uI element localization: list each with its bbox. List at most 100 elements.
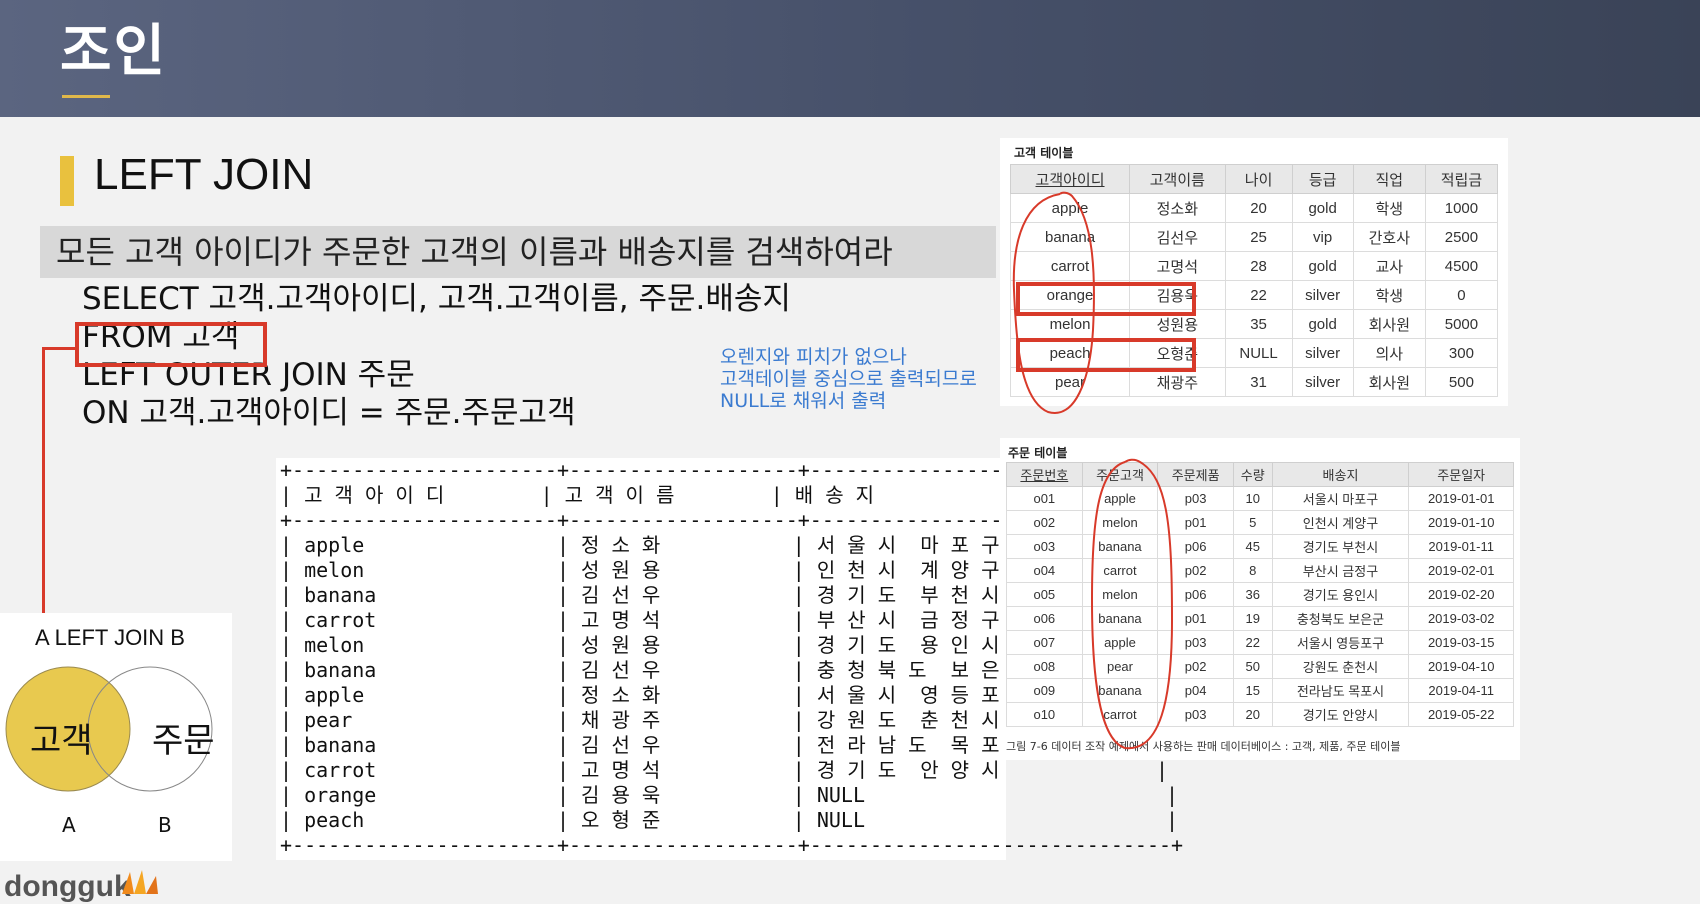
customer-table-row: banana 김선우 25 vip 간호사 2500 (1009, 222, 1499, 252)
order-table-row: o10 carrot p03 20 경기도 안양시 2019-05-22 (1006, 702, 1514, 727)
order-table-row: o02 melon p01 5 인천시 계양구 2019-01-10 (1006, 510, 1514, 535)
customer-table-header-cell: 직업 (1352, 164, 1426, 194)
customer-table-row: apple 정소화 20 gold 학생 1000 (1009, 193, 1499, 223)
note-line: 오렌지와 피치가 없으나 (720, 346, 907, 368)
order-table-cell: 전라남도 목포시 (1271, 678, 1410, 703)
venn-set-b: B (158, 813, 172, 837)
order-table-cell: p03 (1157, 630, 1234, 655)
order-table-cell: 2019-02-01 (1408, 558, 1514, 583)
order-table-row: o09 banana p04 15 전라남도 목포시 2019-04-11 (1006, 678, 1514, 703)
note-line: NULL로 채워서 출력 (720, 390, 887, 412)
slide-header: 조인 (0, 0, 1700, 117)
customer-table-cell: gold (1291, 193, 1354, 223)
order-table-cell: o02 (1006, 510, 1083, 535)
order-table-cell: 서울시 마포구 (1271, 486, 1410, 511)
customer-table-cell: silver (1291, 280, 1354, 310)
order-table-cell: p01 (1157, 606, 1234, 631)
order-table-header-cell: 배송지 (1271, 462, 1410, 487)
order-table-cell: o06 (1006, 606, 1083, 631)
order-table-cell: 2019-03-15 (1408, 630, 1514, 655)
query-result-text: +----------------------+----------------… (280, 458, 1184, 857)
order-table-row: o07 apple p03 22 서울시 영등포구 2019-03-15 (1006, 630, 1514, 655)
title-underline (62, 95, 110, 98)
order-table-cell: o07 (1006, 630, 1083, 655)
orange-row-highlight (1016, 282, 1196, 316)
venn-diagram: A LEFT JOIN B 고객 주문 A B (0, 613, 232, 861)
customer-table-header-cell: 등급 (1291, 164, 1354, 194)
customer-table-cell: 학생 (1352, 280, 1426, 310)
order-table-cell: 부산시 금정구 (1271, 558, 1410, 583)
customer-table-header-cell: 적립금 (1424, 164, 1499, 194)
customer-table-cell: gold (1291, 309, 1354, 339)
order-table-cell: 45 (1232, 534, 1273, 559)
customer-table-cell: 22 (1224, 280, 1293, 310)
section-title: LEFT JOIN (94, 150, 314, 199)
order-table-header-cell: 수량 (1232, 462, 1273, 487)
customer-table-cell: 4500 (1424, 251, 1499, 281)
arrow-connector-horizontal (42, 347, 77, 350)
order-table-cell: apple (1081, 486, 1159, 511)
order-table-cell: 서울시 영등포구 (1271, 630, 1410, 655)
order-table-cell: 2019-05-22 (1408, 702, 1514, 727)
order-table-cell: o10 (1006, 702, 1083, 727)
order-table-cell: banana (1081, 534, 1159, 559)
peach-row-highlight (1016, 338, 1196, 372)
order-table-cell: 10 (1232, 486, 1273, 511)
figure-caption: 그림 7-6 데이터 조작 예제에서 사용하는 판매 데이터베이스 : 고객, … (1006, 740, 1401, 753)
customer-table-cell: 500 (1424, 367, 1499, 397)
order-table-cell: p06 (1157, 582, 1234, 607)
customer-table-caption: 고객 테이블 (1014, 146, 1074, 160)
order-table-cell: 22 (1232, 630, 1273, 655)
customer-table-cell: 교사 (1352, 251, 1426, 281)
order-table-row: o04 carrot p02 8 부산시 금정구 2019-02-01 (1006, 558, 1514, 583)
order-table-cell: 2019-04-11 (1408, 678, 1514, 703)
order-table-row: o05 melon p06 36 경기도 용인시 2019-02-20 (1006, 582, 1514, 607)
order-table-image: 주문 테이블 주문번호 주문고객 주문제품 수량 배송지 주문일자 o01 apple p03… (1000, 438, 1520, 760)
order-table-cell: o03 (1006, 534, 1083, 559)
venn-set-a: A (62, 813, 76, 837)
logo-mark-icon (122, 870, 158, 894)
order-table-cell: banana (1081, 678, 1159, 703)
customer-table-cell: 31 (1224, 367, 1293, 397)
customer-table-cell: vip (1291, 222, 1354, 252)
customer-table-cell: 2500 (1424, 222, 1499, 252)
order-table-cell: 경기도 안양시 (1271, 702, 1410, 727)
order-table-cell: carrot (1081, 702, 1159, 727)
slide-title: 조인 (60, 19, 168, 84)
customer-table-cell: carrot (1009, 251, 1131, 281)
order-table-cell: 2019-02-20 (1408, 582, 1514, 607)
order-table-cell: 8 (1232, 558, 1273, 583)
customer-table-cell: 20 (1224, 193, 1293, 223)
order-table-cell: 2019-04-10 (1408, 654, 1514, 679)
order-table-cell: 5 (1232, 510, 1273, 535)
customer-table-cell: gold (1291, 251, 1354, 281)
order-table-cell: carrot (1081, 558, 1159, 583)
order-table-cell: 인천시 계양구 (1271, 510, 1410, 535)
customer-table-cell: banana (1009, 222, 1131, 252)
customer-table-cell: 의사 (1352, 338, 1426, 368)
question-text: 모든 고객 아이디가 주문한 고객의 이름과 배송지를 검색하여라 (40, 226, 996, 278)
customer-table-cell: 김선우 (1129, 222, 1226, 252)
note-line: 고객테이블 중심으로 출력되므로 (720, 368, 977, 390)
from-highlight-box (75, 322, 267, 367)
customer-table-cell: 5000 (1424, 309, 1499, 339)
order-table-cell: o05 (1006, 582, 1083, 607)
order-table-cell: p02 (1157, 654, 1234, 679)
customer-table-cell: 28 (1224, 251, 1293, 281)
section-accent-bar (60, 156, 74, 206)
order-table-row: o08 pear p02 50 강원도 춘천시 2019-04-10 (1006, 654, 1514, 679)
customer-table-cell: 정소화 (1129, 193, 1226, 223)
order-table-cell: 20 (1232, 702, 1273, 727)
order-table-cell: p03 (1157, 486, 1234, 511)
customer-table-cell: apple (1009, 193, 1131, 223)
order-table-cell: 2019-03-02 (1408, 606, 1514, 631)
order-table-cell: pear (1081, 654, 1159, 679)
order-table-cell: 50 (1232, 654, 1273, 679)
explanation-note: 오렌지와 피치가 없으나 고객테이블 중심으로 출력되므로 NULL로 채워서 … (720, 346, 977, 412)
order-table-cell: o08 (1006, 654, 1083, 679)
order-table-row: o06 banana p01 19 충청북도 보은군 2019-03-02 (1006, 606, 1514, 631)
order-table-cell: o01 (1006, 486, 1083, 511)
sql-line-select: SELECT 고객.고객아이디, 고객.고객이름, 주문.배송지 (82, 281, 791, 317)
customer-table-cell: 회사원 (1352, 309, 1426, 339)
order-table-cell: 2019-01-11 (1408, 534, 1514, 559)
